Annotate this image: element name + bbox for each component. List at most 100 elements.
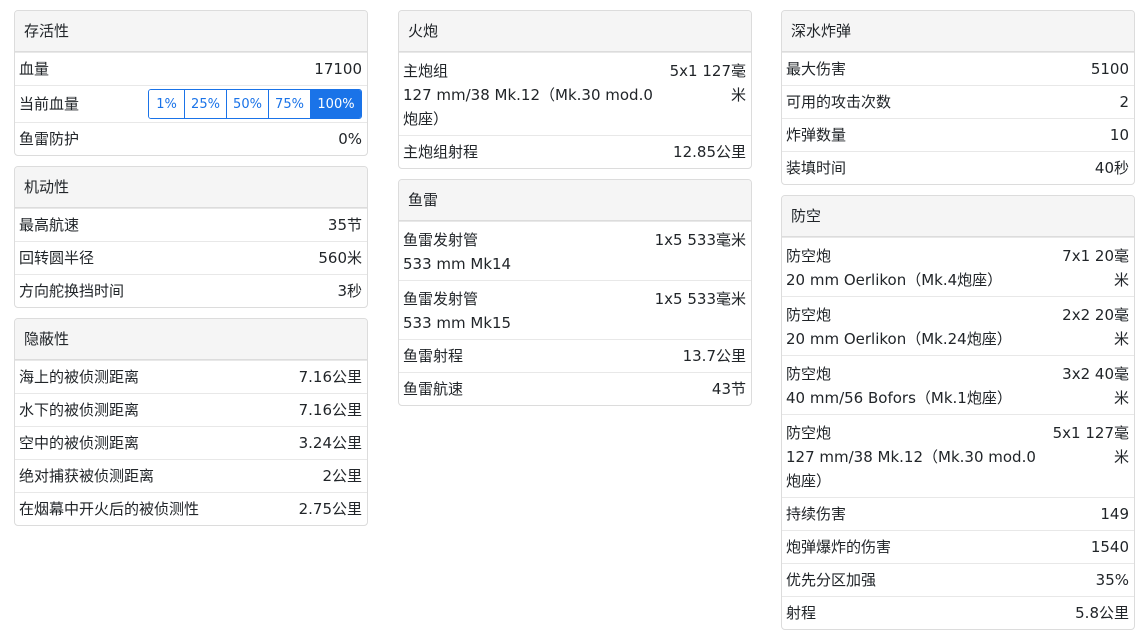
stat-row: 海上的被侦测距离 7.16公里 — [15, 360, 367, 393]
max-damage-value: 5100 — [1090, 60, 1129, 78]
turning-circle-value: 560米 — [318, 249, 362, 267]
torpedo-launcher-row: 鱼雷发射管 533 mm Mk14 1x5 533毫米 — [399, 221, 751, 280]
max-speed-value: 35节 — [327, 216, 362, 234]
sea-detect-label: 海上的被侦测距离 — [19, 368, 140, 386]
aa-gun-mount: 20 mm Oerlikon（Mk.24炮座） — [786, 330, 1012, 348]
torpedo-protection-label: 鱼雷防护 — [19, 130, 80, 148]
maneuverability-title: 机动性 — [15, 167, 367, 208]
reload-time-value: 40秒 — [1094, 159, 1129, 177]
concealment-panel: 隐蔽性 海上的被侦测距离 7.16公里 水下的被侦测距离 7.16公里 空中的被… — [14, 318, 368, 526]
hp-100-percent-button[interactable]: 100% — [310, 90, 361, 118]
aa-gun-mount: 127 mm/38 Mk.12（Mk.30 mod.0炮座） — [786, 448, 1036, 490]
hp-value: 17100 — [314, 60, 362, 78]
max-damage-label: 最大伤害 — [786, 60, 847, 78]
reload-time-label: 装填时间 — [786, 159, 847, 177]
torpedo-launcher-value: 1x5 533毫米 — [654, 290, 746, 308]
main-battery-label: 主炮组 — [403, 62, 449, 80]
aa-gun-info: 防空炮 127 mm/38 Mk.12（Mk.30 mod.0炮座） — [786, 421, 1049, 493]
torpedo-protection-value: 0% — [338, 130, 362, 148]
survivability-panel: 存活性 血量 17100 当前血量 1% 25% 50% 75% 100% 鱼雷… — [14, 10, 368, 156]
max-speed-label: 最高航速 — [19, 216, 80, 234]
main-battery-mount: 127 mm/38 Mk.12（Mk.30 mod.0炮座） — [403, 86, 653, 128]
current-hp-label: 当前血量 — [19, 95, 80, 113]
aa-gun-value: 3x2 40毫米 — [1062, 365, 1129, 407]
torpedoes-panel: 鱼雷 鱼雷发射管 533 mm Mk14 1x5 533毫米 鱼雷发射管 533… — [398, 179, 752, 406]
maneuverability-panel: 机动性 最高航速 35节 回转圆半径 560米 方向舵换挡时间 3秒 — [14, 166, 368, 308]
aa-gun-info: 防空炮 40 mm/56 Bofors（Mk.1炮座） — [786, 362, 1049, 410]
absolute-detect-label: 绝对捕获被侦测距离 — [19, 467, 155, 485]
torpedo-speed-label: 鱼雷航速 — [403, 380, 464, 398]
priority-sector-value: 35% — [1095, 571, 1129, 589]
main-battery-row: 主炮组 127 mm/38 Mk.12（Mk.30 mod.0炮座） 5x1 1… — [399, 52, 751, 135]
torpedoes-title: 鱼雷 — [399, 180, 751, 221]
depth-charges-panel: 深水炸弹 最大伤害 5100 可用的攻击次数 2 炸弹数量 10 装填时间 40… — [781, 10, 1135, 185]
main-battery-range-value: 12.85公里 — [673, 143, 746, 161]
flak-damage-value: 1540 — [1090, 538, 1129, 556]
rudder-shift-label: 方向舵换挡时间 — [19, 282, 125, 300]
bomb-count-label: 炸弹数量 — [786, 126, 847, 144]
aa-range-label: 射程 — [786, 604, 817, 622]
artillery-title: 火炮 — [399, 11, 751, 52]
depth-charges-title: 深水炸弹 — [782, 11, 1134, 52]
aa-gun-row: 防空炮 20 mm Oerlikon（Mk.4炮座） 7x1 20毫米 — [782, 237, 1134, 296]
main-battery-range-label: 主炮组射程 — [403, 143, 479, 161]
sea-detect-value: 7.16公里 — [298, 368, 362, 386]
torpedo-launcher-info: 鱼雷发射管 533 mm Mk14 — [403, 228, 655, 276]
torpedo-launcher-label: 鱼雷发射管 — [403, 231, 479, 249]
torpedo-protection-row: 鱼雷防护 0% — [15, 122, 367, 155]
continuous-damage-label: 持续伤害 — [786, 505, 847, 523]
smoke-fire-detect-label: 在烟幕中开火后的被侦测性 — [19, 500, 200, 518]
priority-sector-label: 优先分区加强 — [786, 571, 877, 589]
stat-row: 水下的被侦测距离 7.16公里 — [15, 393, 367, 426]
aa-gun-value: 7x1 20毫米 — [1062, 247, 1129, 289]
main-battery-info: 主炮组 127 mm/38 Mk.12（Mk.30 mod.0炮座） — [403, 59, 666, 131]
torpedo-range-value: 13.7公里 — [682, 347, 746, 365]
smoke-fire-detect-value: 2.75公里 — [298, 500, 362, 518]
continuous-damage-value: 149 — [1100, 505, 1129, 523]
hp-row: 血量 17100 — [15, 52, 367, 85]
absolute-detect-value: 2公里 — [322, 467, 362, 485]
aa-gun-label: 防空炮 — [786, 424, 832, 442]
torpedo-launcher-type: 533 mm Mk15 — [403, 314, 512, 332]
concealment-title: 隐蔽性 — [15, 319, 367, 360]
hp-25-percent-button[interactable]: 25% — [184, 90, 226, 118]
aa-gun-info: 防空炮 20 mm Oerlikon（Mk.4炮座） — [786, 244, 1049, 292]
aa-panel: 防空 防空炮 20 mm Oerlikon（Mk.4炮座） 7x1 20毫米 防… — [781, 195, 1135, 630]
main-battery-range-row: 主炮组射程 12.85公里 — [399, 135, 751, 168]
air-detect-label: 空中的被侦测距离 — [19, 434, 140, 452]
current-hp-row: 当前血量 1% 25% 50% 75% 100% — [15, 85, 367, 122]
survivability-title: 存活性 — [15, 11, 367, 52]
hp-percent-button-group: 1% 25% 50% 75% 100% — [148, 89, 362, 119]
aa-title: 防空 — [782, 196, 1134, 237]
column-right: 深水炸弹 最大伤害 5100 可用的攻击次数 2 炸弹数量 10 装填时间 40… — [781, 10, 1135, 640]
attacks-available-label: 可用的攻击次数 — [786, 93, 892, 111]
artillery-panel: 火炮 主炮组 127 mm/38 Mk.12（Mk.30 mod.0炮座） 5x… — [398, 10, 752, 169]
stat-row: 回转圆半径 560米 — [15, 241, 367, 274]
aa-gun-row: 防空炮 40 mm/56 Bofors（Mk.1炮座） 3x2 40毫米 — [782, 355, 1134, 414]
torpedo-range-row: 鱼雷射程 13.7公里 — [399, 339, 751, 372]
stat-row: 射程 5.8公里 — [782, 596, 1134, 629]
aa-gun-row: 防空炮 20 mm Oerlikon（Mk.24炮座） 2x2 20毫米 — [782, 296, 1134, 355]
torpedo-launcher-label: 鱼雷发射管 — [403, 290, 479, 308]
stat-row: 绝对捕获被侦测距离 2公里 — [15, 459, 367, 492]
aa-gun-row: 防空炮 127 mm/38 Mk.12（Mk.30 mod.0炮座） 5x1 1… — [782, 414, 1134, 497]
stat-row: 装填时间 40秒 — [782, 151, 1134, 184]
aa-gun-mount: 40 mm/56 Bofors（Mk.1炮座） — [786, 389, 1012, 407]
aa-gun-value: 2x2 20毫米 — [1062, 306, 1129, 348]
stat-row: 在烟幕中开火后的被侦测性 2.75公里 — [15, 492, 367, 525]
stat-row: 炮弹爆炸的伤害 1540 — [782, 530, 1134, 563]
hp-50-percent-button[interactable]: 50% — [226, 90, 268, 118]
torpedo-range-label: 鱼雷射程 — [403, 347, 464, 365]
hp-1-percent-button[interactable]: 1% — [149, 90, 184, 118]
torpedo-launcher-info: 鱼雷发射管 533 mm Mk15 — [403, 287, 655, 335]
air-detect-value: 3.24公里 — [298, 434, 362, 452]
main-battery-value: 5x1 127毫米 — [669, 62, 746, 104]
hp-75-percent-button[interactable]: 75% — [268, 90, 310, 118]
stat-row: 优先分区加强 35% — [782, 563, 1134, 596]
rudder-shift-value: 3秒 — [337, 282, 362, 300]
stat-row: 炸弹数量 10 — [782, 118, 1134, 151]
aa-gun-label: 防空炮 — [786, 306, 832, 324]
turning-circle-label: 回转圆半径 — [19, 249, 95, 267]
torpedo-launcher-row: 鱼雷发射管 533 mm Mk15 1x5 533毫米 — [399, 280, 751, 339]
aa-gun-value: 5x1 127毫米 — [1052, 424, 1129, 466]
